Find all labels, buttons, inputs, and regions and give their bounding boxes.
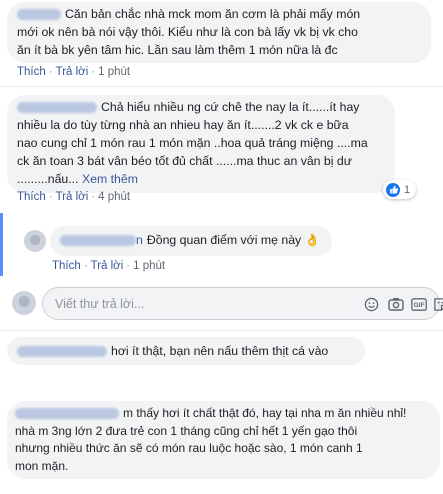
emoji-icon[interactable] (363, 296, 380, 312)
commenter-name[interactable] (60, 235, 136, 247)
like-link[interactable]: Thích (17, 66, 46, 78)
name-tail: n (136, 233, 143, 247)
comment-bubble: Căn bản chắc nhà mck mom ăn cơm là phải … (7, 2, 431, 63)
commenter-name[interactable] (17, 346, 107, 358)
comment-actions: Thích · Trả lời · 1 phút (17, 66, 130, 78)
timestamp[interactable]: 1 phút (133, 260, 165, 272)
like-link[interactable]: Thích (17, 191, 46, 203)
avatar[interactable] (24, 230, 46, 252)
separator-dot: · (48, 66, 53, 78)
separator-dot: · (91, 66, 96, 78)
like-link[interactable]: Thích (52, 260, 81, 272)
comment-bubble: Chả hiểu nhiều ng cứ chê the nay la ít..… (7, 95, 395, 193)
reply-link[interactable]: Trả lời (91, 260, 124, 272)
reaction-badge[interactable]: 1 (383, 180, 417, 199)
commenter-name[interactable] (15, 408, 119, 420)
separator-dot: · (48, 191, 53, 203)
comment-actions: Thích · Trả lời · 4 phút (17, 191, 130, 203)
reaction-count: 1 (404, 183, 411, 196)
reply-thread-line (0, 213, 3, 276)
separator-dot: · (126, 260, 131, 272)
gif-icon[interactable]: GIF (410, 296, 427, 312)
timestamp[interactable]: 1 phút (98, 66, 130, 78)
reply-link[interactable]: Trả lời (56, 66, 89, 78)
timestamp[interactable]: 4 phút (98, 191, 130, 203)
divider (0, 86, 443, 87)
avatar[interactable] (12, 291, 36, 315)
commenter-name[interactable] (17, 102, 97, 114)
comment-bubble: hơi ít thật, bạn nên nấu thêm thịt cá và… (7, 337, 365, 365)
ok-hand-emoji: 👌 (304, 233, 320, 247)
see-more-link[interactable]: Xem thêm (82, 172, 138, 186)
comment-text: Căn bản chắc nhà mck mom ăn cơm là phải … (17, 7, 361, 57)
sticker-icon[interactable] (432, 296, 443, 312)
comment-bubble: m thấy hơi ít chất thật đó, hay tại nha … (7, 401, 440, 479)
camera-icon[interactable] (387, 296, 404, 312)
svg-text:GIF: GIF (413, 302, 424, 309)
commenter-name[interactable] (17, 9, 61, 21)
divider (0, 330, 443, 331)
reply-input[interactable]: Viết thư trả lời... GIF (42, 287, 443, 320)
reply-text: Đồng quan điểm với mẹ này (146, 233, 302, 247)
separator-dot: · (91, 191, 96, 203)
reply-link[interactable]: Trả lời (56, 191, 89, 203)
reply-bubble: n Đồng quan điểm với mẹ này 👌 (50, 226, 332, 256)
separator-dot: · (83, 260, 88, 272)
comment-text: hơi ít thật, bạn nên nấu thêm thịt cá và… (111, 344, 329, 358)
thumbs-up-icon (386, 182, 400, 197)
reply-input-placeholder: Viết thư trả lời... (55, 297, 145, 311)
reply-actions: Thích · Trả lời · 1 phút (52, 260, 165, 272)
